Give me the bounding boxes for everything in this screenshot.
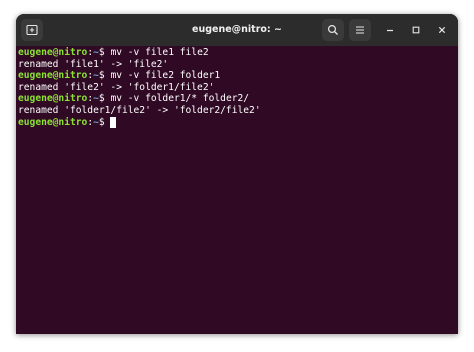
new-tab-button[interactable] — [21, 19, 43, 41]
prompt-line: eugene@nitro:~$ — [18, 116, 456, 129]
close-icon — [438, 26, 446, 34]
maximize-button[interactable] — [405, 19, 427, 41]
output-line: renamed 'file1' -> 'file2' — [18, 58, 169, 70]
search-icon — [327, 24, 338, 35]
new-tab-icon — [26, 24, 38, 36]
output-line: renamed 'file2' -> 'folder1/file2' — [18, 81, 215, 93]
search-button[interactable] — [322, 19, 344, 41]
text-cursor — [110, 116, 117, 128]
maximize-icon — [412, 26, 420, 34]
close-button[interactable] — [431, 19, 453, 41]
command-text: mv -v folder1/* folder2/ — [110, 93, 250, 105]
terminal-output[interactable]: eugene@nitro:~$ mv -v file1 file2 renamed… — [16, 46, 458, 334]
title-bar[interactable]: eugene@nitro: ~ — [16, 14, 458, 46]
prompt-user: eugene@nitro — [18, 116, 88, 128]
minimize-icon — [387, 29, 393, 32]
minimize-button[interactable] — [379, 19, 401, 41]
prompt-line: eugene@nitro:~$ mv -v file1 file2 — [18, 47, 456, 59]
prompt-sign: $ — [98, 47, 111, 58]
prompt-user: eugene@nitro — [18, 70, 88, 82]
terminal-window: eugene@nitro: ~ eugene@nitro:~$ mv -v fi… — [16, 14, 458, 334]
prompt-sign: $ — [98, 93, 111, 105]
prompt-sign: $ — [98, 70, 111, 82]
prompt-line: eugene@nitro:~$ mv -v file2 folder1 — [18, 70, 456, 82]
menu-button[interactable] — [349, 19, 371, 41]
prompt-sign: $ — [98, 116, 111, 128]
prompt-line: eugene@nitro:~$ mv -v folder1/* folder2/ — [18, 93, 456, 105]
output-line: renamed 'folder1/file2' -> 'folder2/file… — [18, 104, 261, 116]
prompt-user: eugene@nitro — [18, 93, 88, 105]
prompt-user: eugene@nitro — [18, 47, 88, 58]
command-text: mv -v file2 folder1 — [110, 70, 221, 82]
command-text: mv -v file1 file2 — [110, 47, 209, 58]
hamburger-menu-icon — [356, 26, 364, 34]
